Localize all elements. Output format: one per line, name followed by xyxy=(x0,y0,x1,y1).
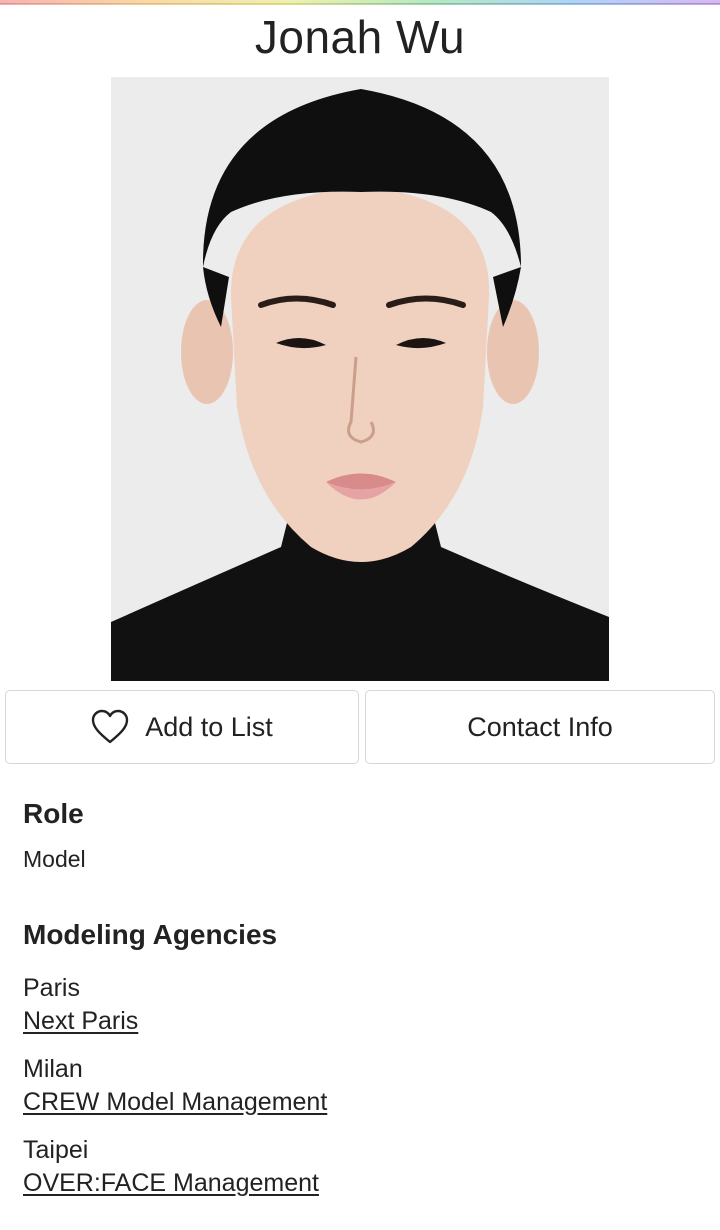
add-to-list-button[interactable]: Add to List xyxy=(5,690,359,764)
heart-outline-icon xyxy=(92,709,129,744)
agency-city-paris: Paris xyxy=(23,974,80,1002)
agency-city-milan: Milan xyxy=(23,1055,83,1083)
add-to-list-label: Add to List xyxy=(145,711,273,742)
contact-info-label: Contact Info xyxy=(467,711,613,742)
role-value: Model xyxy=(23,846,86,872)
profile-photo xyxy=(111,77,609,681)
contact-info-button[interactable]: Contact Info xyxy=(365,690,715,764)
agency-city-taipei: Taipei xyxy=(23,1136,89,1164)
agency-link-next-paris[interactable]: Next Paris xyxy=(23,1007,138,1036)
page-title: Jonah Wu xyxy=(254,11,466,63)
role-heading: Role xyxy=(23,798,84,829)
agencies-heading: Modeling Agencies xyxy=(23,919,278,950)
top-accent-line xyxy=(0,0,720,5)
agency-link-overface[interactable]: OVER:FACE Management xyxy=(23,1169,319,1198)
agency-link-crew[interactable]: CREW Model Management xyxy=(23,1088,327,1117)
